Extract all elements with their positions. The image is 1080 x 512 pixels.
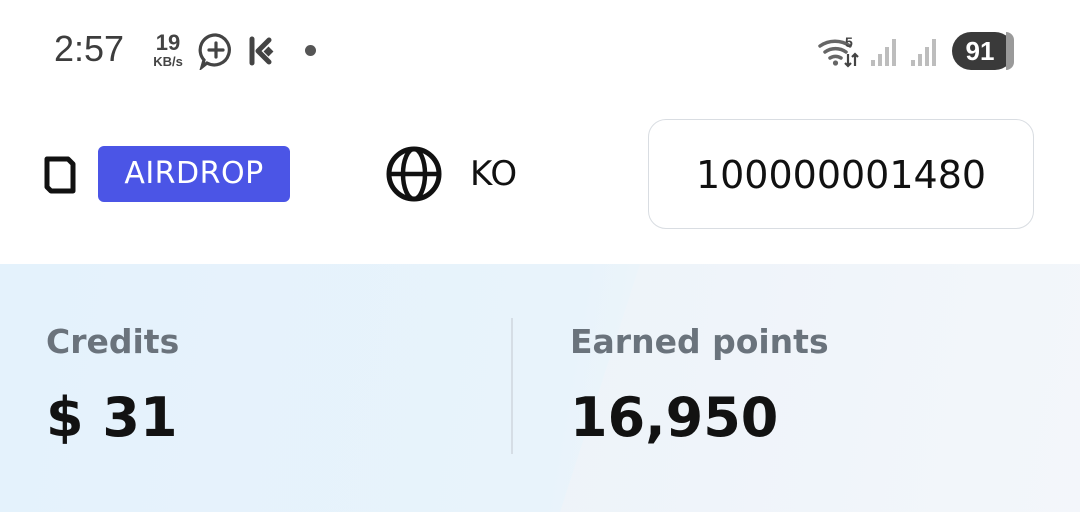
status-time: 2:57 xyxy=(54,28,125,69)
signal-bars-icon xyxy=(871,39,896,66)
stats-panel: Credits $ 31 Earned points 16,950 xyxy=(0,264,1080,512)
wifi-badge: 5 xyxy=(845,34,853,50)
globe-icon[interactable] xyxy=(385,145,443,203)
notification-dot xyxy=(305,45,316,56)
chat-plus-icon xyxy=(198,33,231,70)
battery-level: 91 xyxy=(965,36,995,66)
status-bar: 2:57 19 KB/s 5 91 xyxy=(0,0,1080,100)
credits-value: $ 31 xyxy=(46,386,178,449)
network-speed-value: 19 xyxy=(155,30,181,55)
wifi-icon xyxy=(818,39,859,68)
airdrop-badge[interactable]: AIRDROP xyxy=(98,146,290,202)
network-speed: 19 KB/s xyxy=(148,30,188,69)
credits-label: Credits xyxy=(46,322,180,361)
language-code[interactable]: KO xyxy=(470,154,517,194)
signal-bars-icon xyxy=(911,39,936,66)
battery-icon: 91 xyxy=(952,32,1014,70)
account-id-button[interactable]: 100000001480 xyxy=(648,119,1034,229)
bracket-logo-icon[interactable] xyxy=(44,156,76,194)
stats-divider xyxy=(511,318,513,454)
earned-points-value: 16,950 xyxy=(570,386,779,449)
network-speed-unit: KB/s xyxy=(153,54,183,69)
earned-points-label: Earned points xyxy=(570,322,829,361)
kucoin-logo-icon xyxy=(249,36,274,66)
